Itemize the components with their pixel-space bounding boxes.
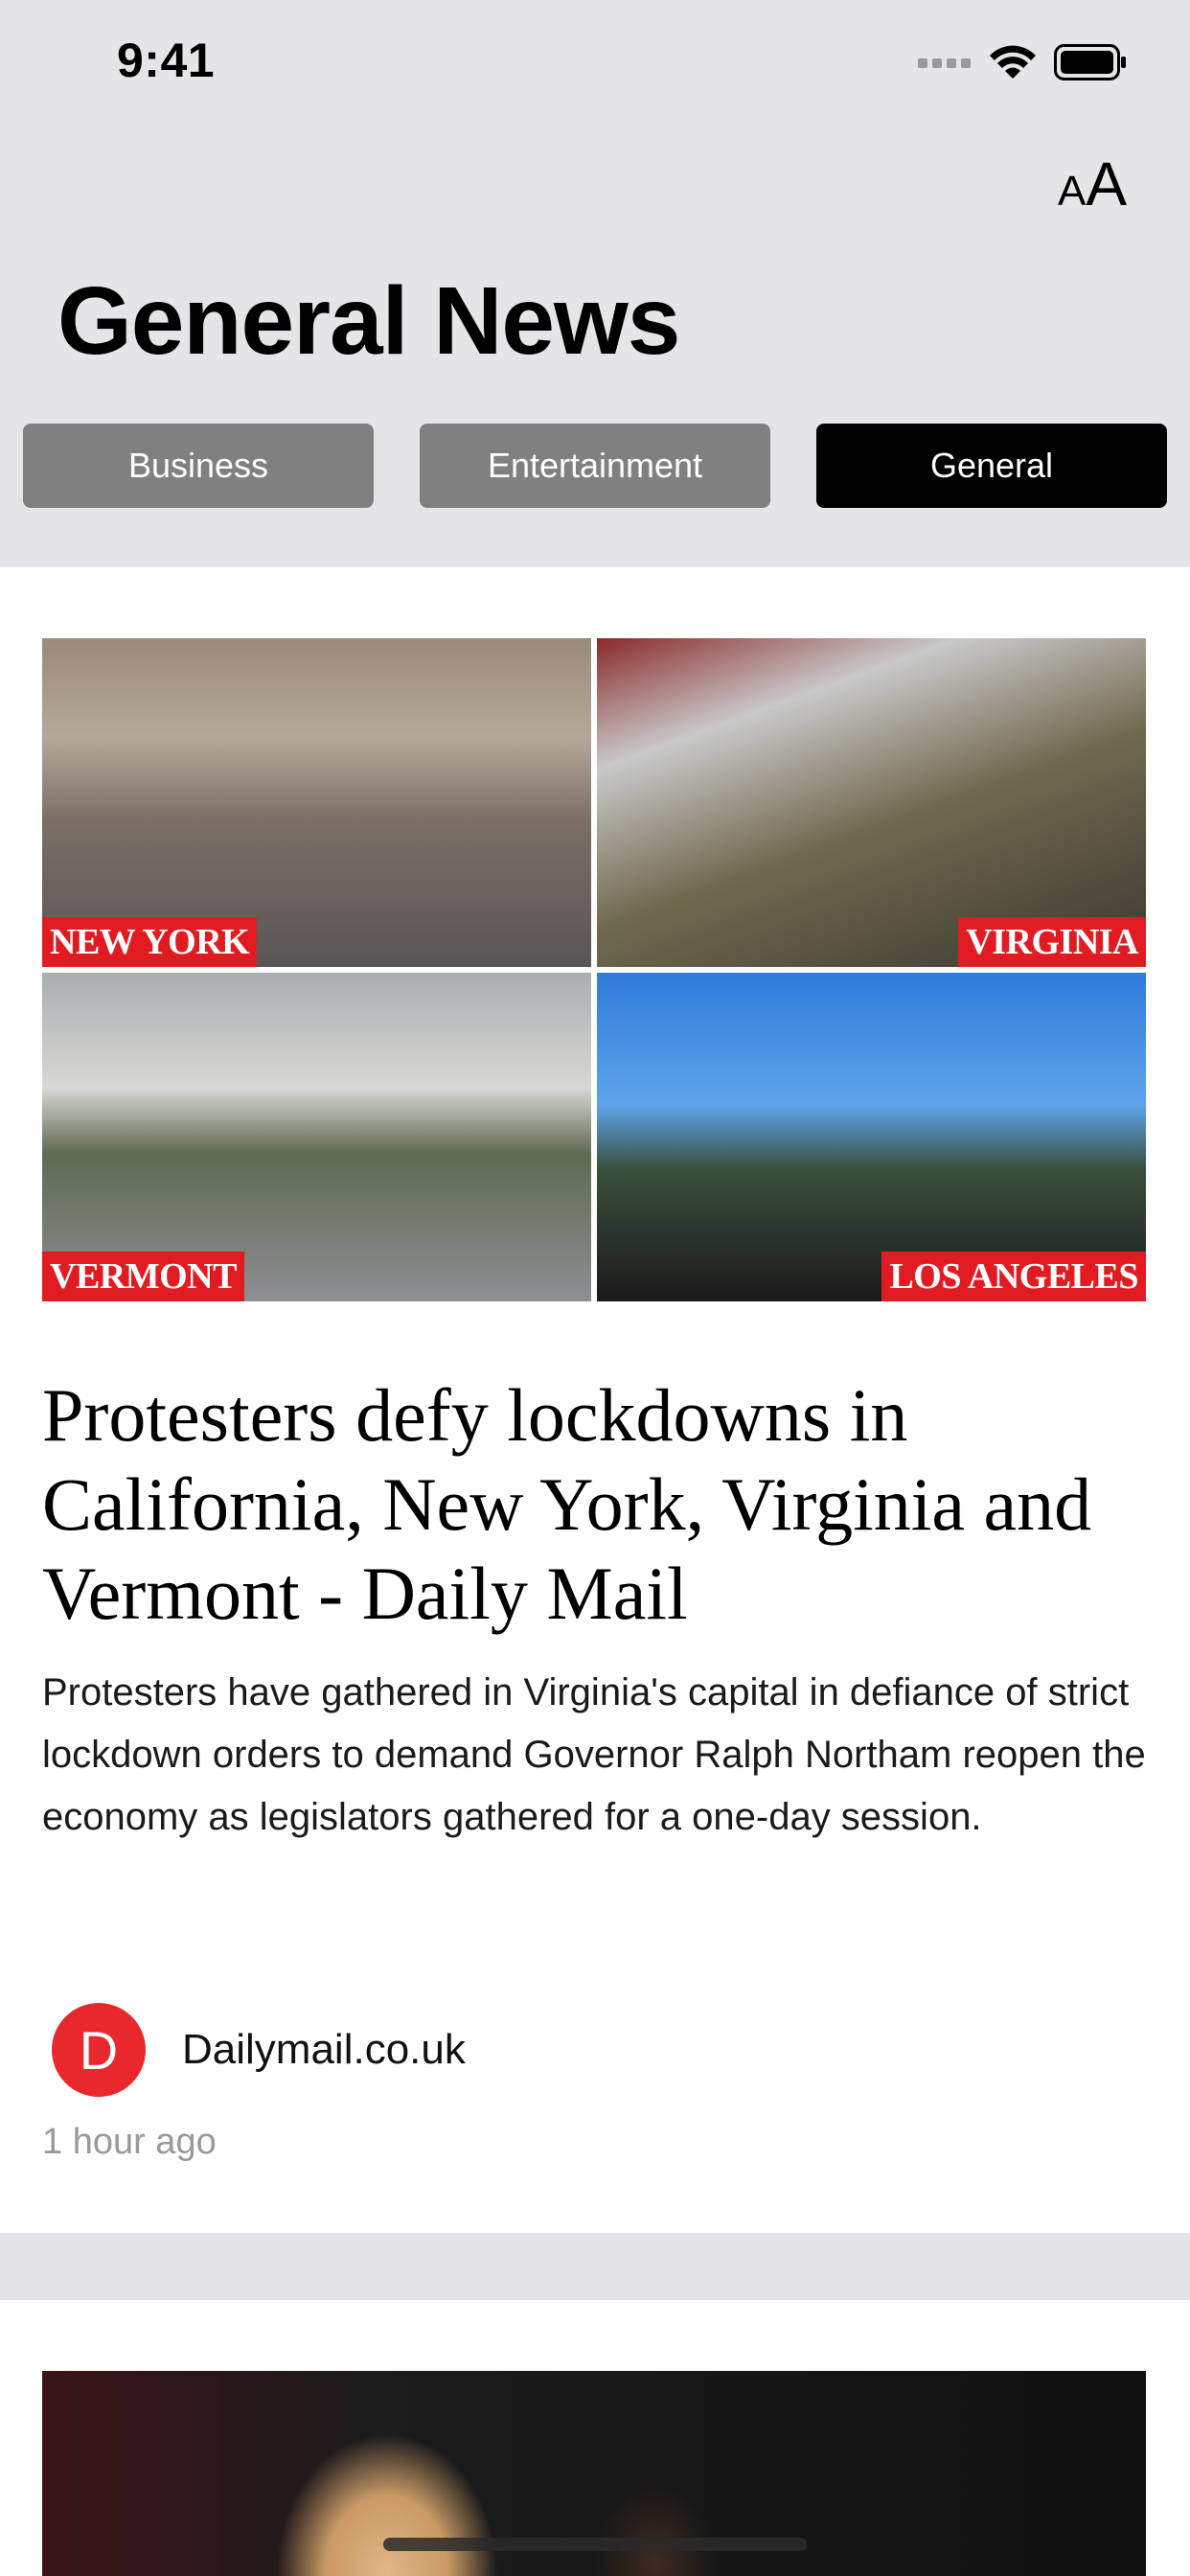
tab-entertainment[interactable]: Entertainment: [420, 424, 770, 508]
article-timestamp: 1 hour ago: [42, 2122, 217, 2162]
source-avatar: D: [52, 2003, 146, 2097]
status-time: 9:41: [117, 34, 216, 87]
status-icons: [918, 44, 1127, 80]
photo-new-york: NEW YORK: [42, 638, 591, 967]
page-title: General News: [57, 267, 680, 375]
category-tabs: Business Entertainment General: [23, 424, 1167, 508]
text-size-button[interactable]: AA: [1058, 153, 1127, 215]
photo-caption: VERMONT: [42, 1252, 244, 1301]
home-indicator[interactable]: [383, 2538, 807, 2551]
battery-icon: [1054, 44, 1126, 80]
photo-virginia: VIRGINIA: [597, 638, 1146, 967]
photo-caption: NEW YORK: [42, 917, 258, 967]
photo-los-angeles: LOS ANGELES: [597, 973, 1146, 1301]
article-image: NEW YORK VIRGINIA VERMONT LOS ANGELES: [42, 638, 1146, 1301]
text-size-small-glyph: A: [1057, 168, 1087, 215]
tab-business[interactable]: Business: [23, 424, 374, 508]
tab-general[interactable]: General: [816, 424, 1167, 508]
source-name: Dailymail.co.uk: [182, 2026, 466, 2073]
article-card[interactable]: [0, 2300, 1190, 2576]
photo-caption: LOS ANGELES: [881, 1252, 1146, 1301]
article-card[interactable]: NEW YORK VIRGINIA VERMONT LOS ANGELES Pr…: [0, 567, 1190, 2233]
signal-icon: [918, 58, 971, 68]
article-source: D Dailymail.co.uk: [52, 2003, 466, 2097]
status-bar: 9:41: [0, 0, 1190, 126]
text-size-large-glyph: A: [1086, 150, 1127, 218]
wifi-icon: [990, 45, 1036, 79]
photo-caption: VIRGINIA: [958, 917, 1146, 967]
article-description: Protesters have gathered in Virginia's c…: [42, 1671, 1146, 1838]
photo-vermont: VERMONT: [42, 973, 591, 1301]
article-headline[interactable]: Protesters defy lockdowns in California,…: [42, 1370, 1146, 1638]
